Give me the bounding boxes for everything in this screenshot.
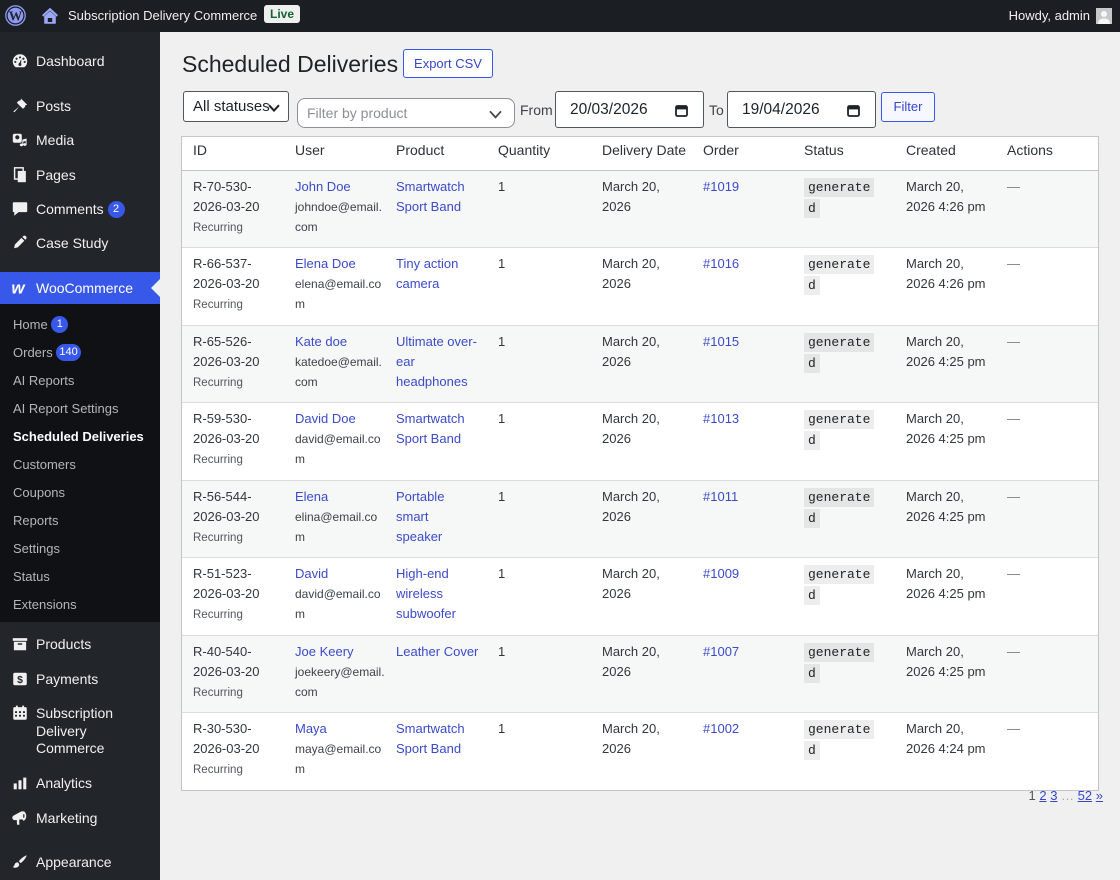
svg-text:$: $: [17, 675, 23, 686]
svg-text:W: W: [9, 8, 23, 23]
svg-text:w: w: [11, 279, 26, 298]
